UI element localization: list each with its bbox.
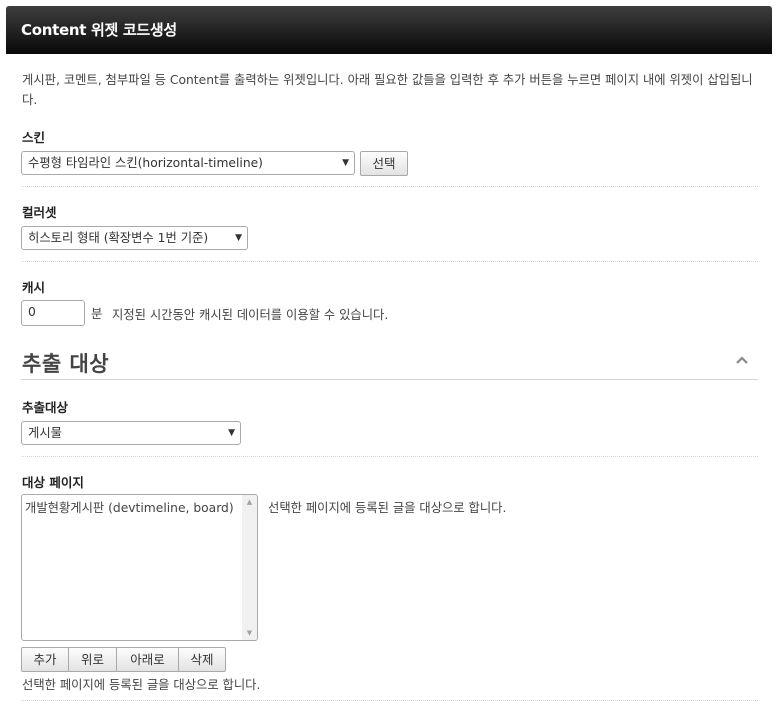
list-item[interactable]: 개발현황게시판 (devtimeline, board) — [25, 498, 234, 516]
target-select-value: 게시물 — [28, 426, 62, 440]
window-titlebar: Content 위젯 코드생성 — [6, 6, 772, 54]
scrollbar[interactable]: ▲ ▼ — [242, 495, 257, 640]
target-pages-button-group: 추가 위로 아래로 삭제 — [21, 647, 226, 672]
section-divider — [21, 379, 758, 380]
delete-button[interactable]: 삭제 — [178, 647, 226, 672]
divider — [21, 700, 758, 701]
target-select[interactable]: 게시물 ▼ — [21, 421, 241, 445]
skin-label: 스킨 — [22, 130, 46, 145]
dropdown-arrow-icon: ▼ — [342, 158, 349, 168]
divider — [21, 186, 758, 187]
colorset-label: 컬러셋 — [22, 205, 57, 220]
dropdown-arrow-icon: ▼ — [228, 428, 235, 438]
target-label: 추출대상 — [22, 400, 69, 415]
target-pages-help-bottom: 선택한 페이지에 등록된 글을 대상으로 합니다. — [22, 678, 261, 692]
move-up-button[interactable]: 위로 — [68, 647, 117, 672]
colorset-select-value: 히스토리 형태 (확장변수 1번 기준) — [28, 231, 209, 245]
skin-select-button[interactable]: 선택 — [360, 151, 408, 176]
scroll-down-icon[interactable]: ▼ — [242, 626, 257, 640]
target-pages-label: 대상 페이지 — [22, 475, 84, 490]
dropdown-arrow-icon: ▼ — [235, 233, 242, 243]
colorset-select[interactable]: 히스토리 형태 (확장변수 1번 기준) ▼ — [21, 226, 248, 250]
divider — [21, 261, 758, 262]
skin-select-value: 수평형 타임라인 스킨(horizontal-timeline) — [28, 156, 263, 170]
chevron-up-icon[interactable] — [735, 353, 749, 367]
window-title: Content 위젯 코드생성 — [21, 21, 177, 39]
scroll-up-icon[interactable]: ▲ — [242, 495, 257, 509]
section-title: 추출 대상 — [22, 352, 110, 376]
move-down-button[interactable]: 아래로 — [116, 647, 179, 672]
target-pages-help: 선택한 페이지에 등록된 글을 대상으로 합니다. — [268, 501, 507, 515]
divider — [21, 456, 758, 457]
cache-unit: 분 — [91, 307, 103, 321]
intro-text: 게시판, 코멘트, 첨부파일 등 Content를 출력하는 위젯입니다. 아래… — [22, 73, 753, 107]
cache-input[interactable]: 0 — [21, 300, 85, 326]
add-button[interactable]: 추가 — [21, 647, 69, 672]
target-pages-listbox[interactable]: 개발현황게시판 (devtimeline, board) ▲ ▼ — [21, 494, 258, 641]
cache-help: 지정된 시간동안 캐시된 데이터를 이용할 수 있습니다. — [112, 308, 389, 322]
cache-label: 캐시 — [22, 280, 46, 295]
skin-select[interactable]: 수평형 타임라인 스킨(horizontal-timeline) ▼ — [21, 151, 355, 175]
